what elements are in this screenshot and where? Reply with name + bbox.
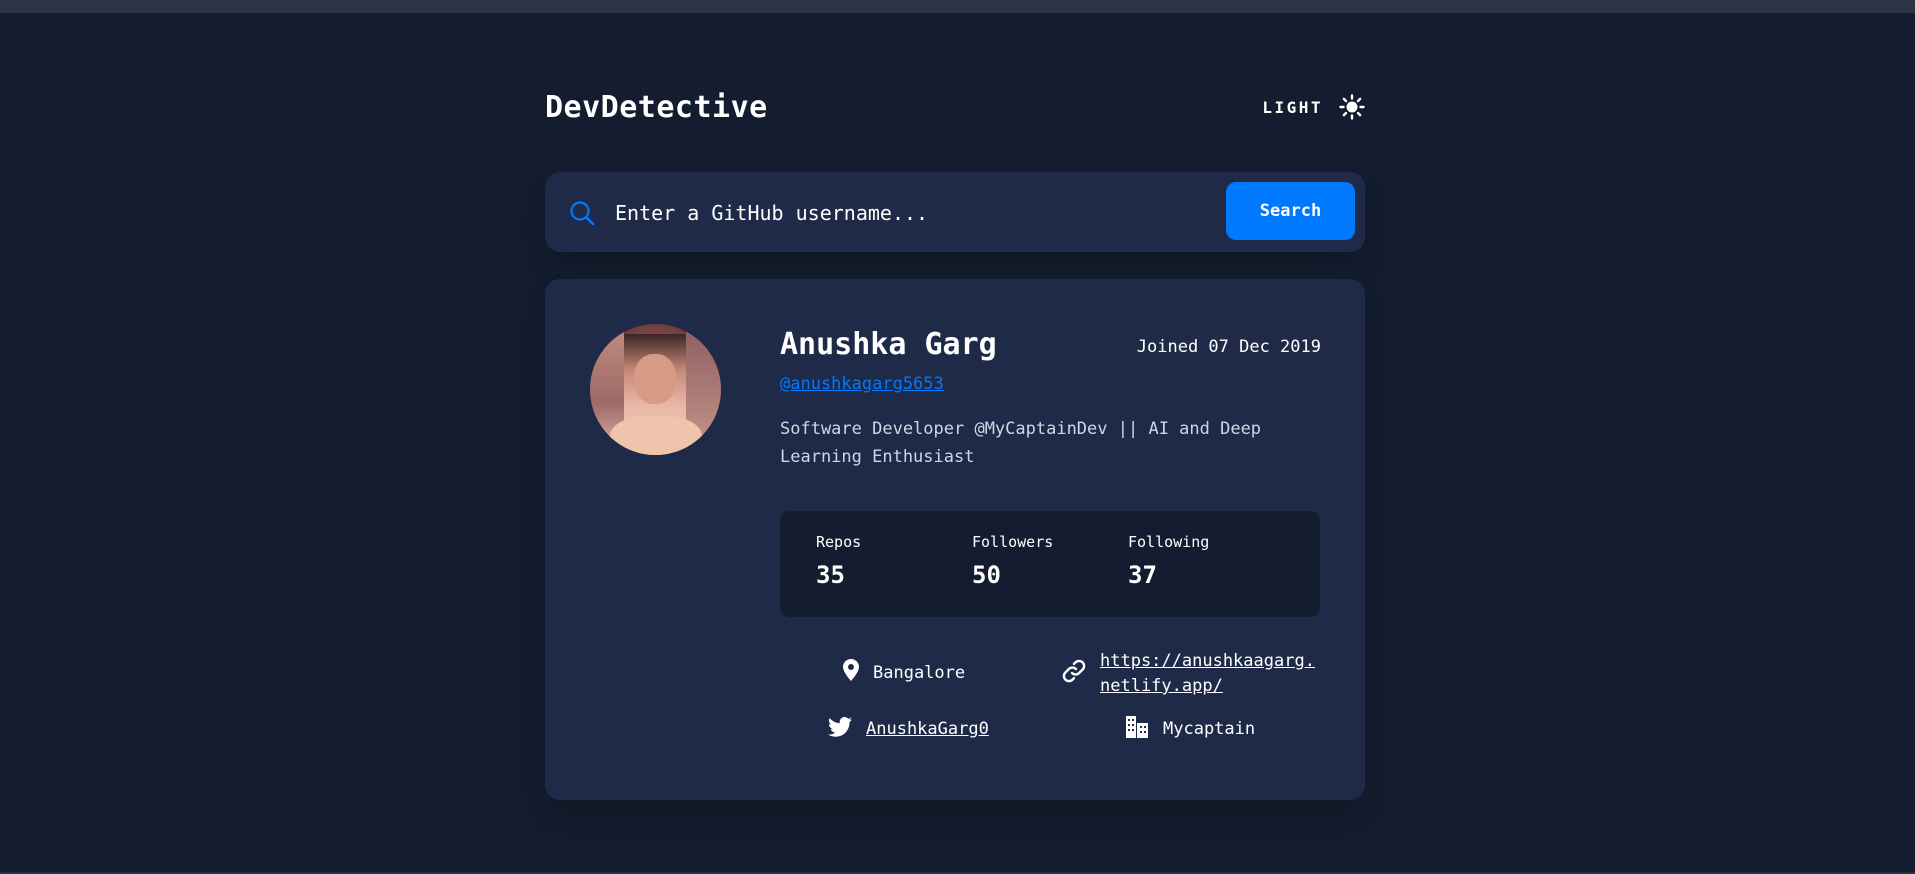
stat-value: 37 (1128, 561, 1157, 589)
joined-date: Joined 07 Dec 2019 (1136, 337, 1321, 357)
profile-name: Anushka Garg (780, 327, 997, 362)
location-text: Bangalore (873, 663, 966, 683)
website-item[interactable]: https://anushkaagarg. netlify.app/ (1062, 649, 1315, 699)
stat-followers: Followers 50 (972, 533, 1053, 589)
stat-value: 35 (816, 561, 845, 589)
profile-card: Anushka Garg Joined 07 Dec 2019 @anushka… (545, 279, 1365, 800)
twitter-link[interactable]: AnushkaGarg0 (866, 719, 989, 739)
twitter-icon (828, 717, 852, 737)
search-bar: Search (545, 172, 1365, 252)
stat-label: Following (1128, 533, 1210, 551)
stats-panel: Repos 35 Followers 50 Following 37 (780, 511, 1320, 617)
theme-toggle-label: LIGHT (1262, 97, 1323, 117)
link-icon (1062, 659, 1086, 683)
profile-links: Bangalore https://anushkaagarg. netlify.… (780, 651, 1320, 769)
website-link-line: netlify.app/ (1100, 676, 1223, 696)
location-item: Bangalore (843, 659, 965, 683)
bio-line: Software Developer @MyCaptainDev || AI a… (780, 419, 1262, 439)
twitter-item[interactable]: AnushkaGarg0 (828, 717, 989, 739)
company-item: Mycaptain (1125, 715, 1255, 739)
profile-bio: Software Developer @MyCaptainDev || AI a… (780, 415, 1300, 471)
website-link[interactable]: https://anushkaagarg. netlify.app/ (1100, 649, 1315, 699)
stat-label: Followers (972, 533, 1054, 551)
bio-line: Learning Enthusiast (780, 447, 975, 467)
profile-handle-link[interactable]: @anushkagarg5653 (780, 374, 944, 394)
stat-value: 50 (972, 561, 1001, 589)
search-input[interactable] (613, 192, 1197, 234)
header: DevDetective LIGHT (545, 88, 1365, 128)
search-button[interactable]: Search (1226, 182, 1355, 240)
website-link-line: https://anushkaagarg. (1100, 651, 1315, 671)
search-icon (570, 201, 595, 226)
app-logo: DevDetective (545, 90, 768, 125)
stat-repos: Repos 35 (816, 533, 861, 589)
building-icon (1126, 716, 1148, 738)
company-text: Mycaptain (1163, 719, 1256, 739)
theme-toggle-button[interactable]: LIGHT (1262, 94, 1365, 120)
sun-icon (1339, 94, 1365, 120)
browser-top-bar (0, 0, 1915, 13)
location-pin-icon (843, 659, 859, 681)
stat-following: Following 37 (1128, 533, 1209, 589)
avatar (590, 324, 721, 455)
stat-label: Repos (816, 533, 862, 551)
